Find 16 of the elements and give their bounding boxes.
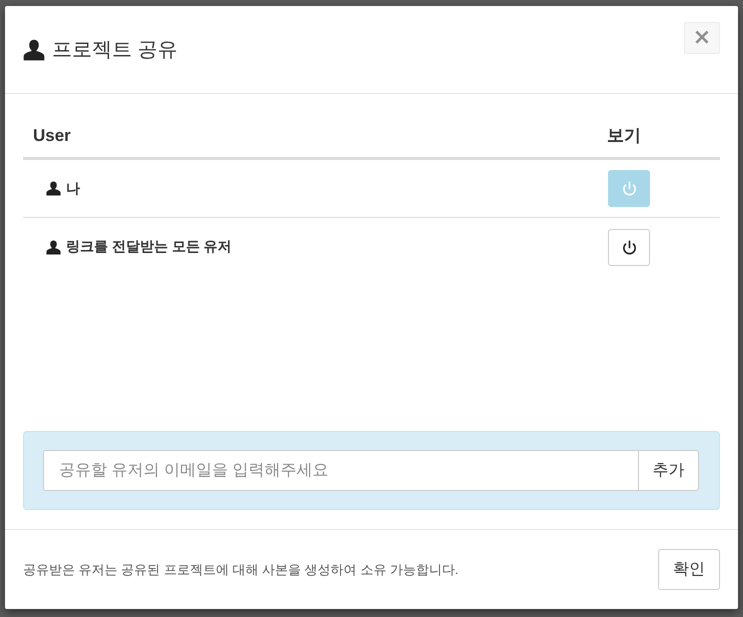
column-header: User xyxy=(32,126,71,146)
confirm-button[interactable]: 확인 xyxy=(658,549,720,590)
footer-note: 공유받은 유저는 공유된 프로젝트에 대해 사본을 생성하여 소유 가능합니다. xyxy=(23,560,459,578)
email-input-field[interactable]: 공유할 유저의 이메일을 입력해주세요 xyxy=(43,450,638,491)
add-button[interactable]: 추가 xyxy=(638,450,699,491)
user-name: 링크를 전달받는 모든 유저 xyxy=(66,238,232,256)
dialog-title: 프로젝트 공유 xyxy=(52,38,178,60)
view-toggle-button[interactable] xyxy=(608,228,650,266)
power-icon xyxy=(622,181,636,196)
column-header: 보기 xyxy=(607,125,641,147)
view-toggle-button[interactable] xyxy=(608,170,650,207)
person-icon xyxy=(46,240,61,254)
power-icon xyxy=(622,240,636,254)
person-icon xyxy=(46,181,61,196)
user-name: 나 xyxy=(66,180,80,198)
person-icon xyxy=(23,38,45,60)
